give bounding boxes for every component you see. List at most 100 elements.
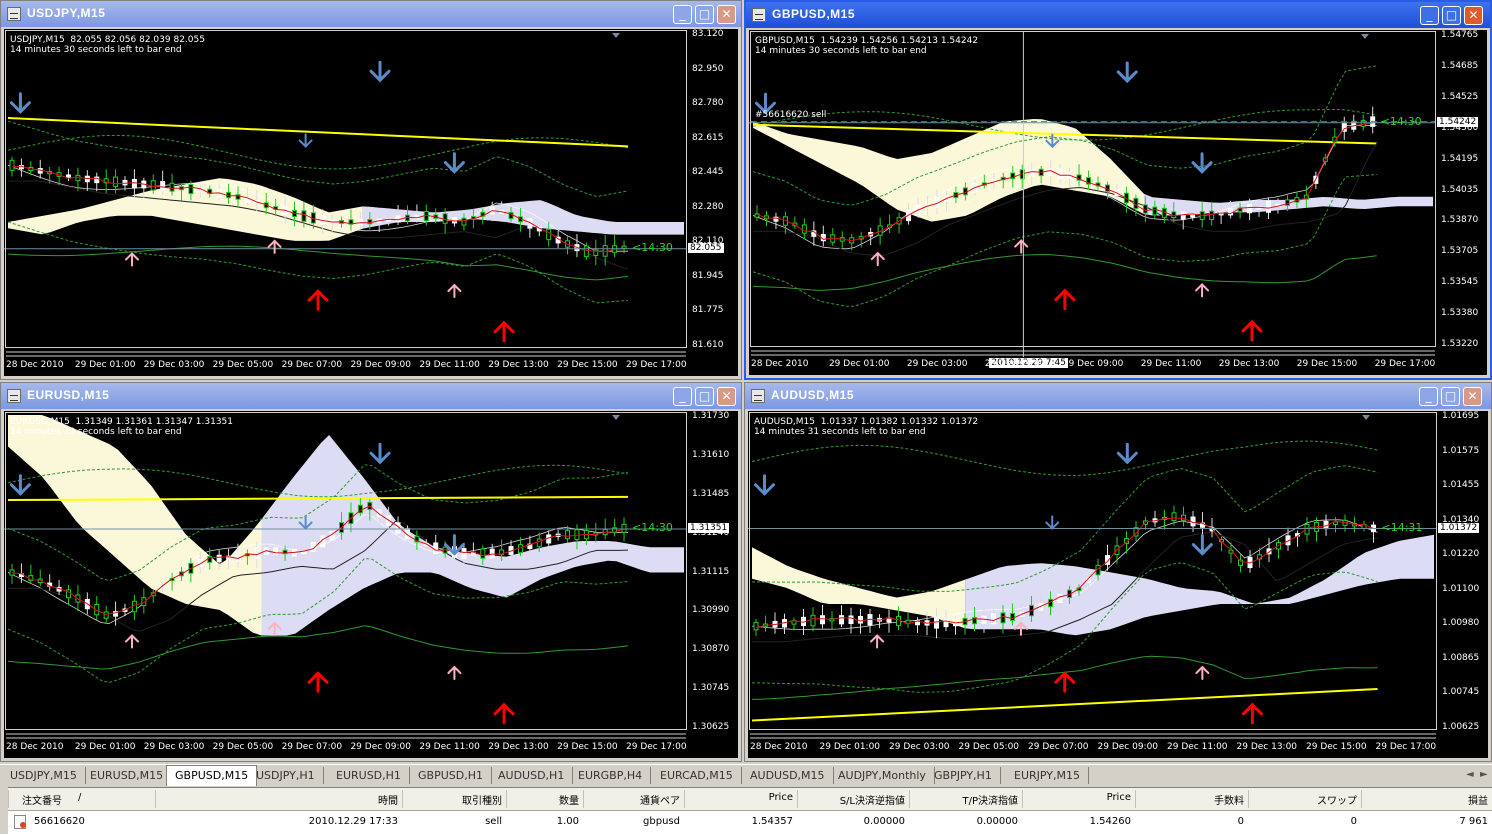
maximize-button[interactable]: □	[1442, 6, 1461, 25]
chart-tab[interactable]: AUDUSD,H1	[490, 767, 574, 784]
candle-body	[461, 217, 467, 226]
time-axis-label: 29 Dec 11:00	[419, 742, 480, 752]
order-row[interactable]: 56616620 2010.12.29 17:33 sell 1.00 gbpusd 1.…	[0, 812, 1492, 832]
minimize-button[interactable]: _	[1419, 387, 1438, 406]
chart-window-gbpusd[interactable]: GBPUSD,M15 _ □ ✕ 2010.12.29 7:45 #5661662…	[744, 0, 1492, 380]
price-chart-svg[interactable]	[749, 30, 1487, 375]
sell-signal-arrow	[9, 92, 31, 114]
chart-tab[interactable]: USDJPY,H1	[248, 767, 324, 784]
sell-signal-arrow	[1191, 152, 1213, 174]
orders-column-header[interactable]: スワップ	[1317, 792, 1357, 807]
chart-shift-marker[interactable]	[1362, 415, 1370, 420]
symbol-info-text: USDJPY,M15 82.055 82.056 82.039 82.055 14…	[10, 35, 205, 55]
orders-column-header[interactable]: Price	[769, 792, 793, 803]
chart-canvas[interactable]: EURUSD,M15 1.31349 1.31361 1.31347 1.313…	[4, 411, 738, 758]
tab-scroll-left-icon[interactable]: ◄	[1466, 769, 1474, 780]
maximize-button[interactable]: □	[695, 387, 714, 406]
window-titlebar[interactable]: AUDUSD,M15 _ □ ✕	[745, 383, 1491, 409]
close-button[interactable]: ✕	[1463, 387, 1482, 406]
chart-canvas[interactable]: USDJPY,M15 82.055 82.056 82.039 82.055 14…	[4, 29, 738, 376]
candle-body	[357, 218, 363, 226]
chart-tab[interactable]: AUDJPY,Monthly	[830, 767, 935, 784]
current-price-box: 1.31351	[688, 523, 730, 534]
column-separator[interactable]	[1135, 790, 1136, 808]
orders-column-header[interactable]: 時間	[378, 792, 398, 807]
price-scale-label: 1.54195	[1441, 153, 1479, 164]
time-axis-label: 29 Dec 13:00	[488, 742, 549, 752]
chart-tab[interactable]: AUDUSD,M15	[742, 767, 834, 784]
chart-tab[interactable]: EURGBP,H4	[570, 767, 652, 784]
orders-column-header[interactable]: 数量	[559, 792, 579, 807]
price-scale-label: 1.30625	[692, 722, 730, 732]
symbol-ohlc-line: GBPUSD,M15 1.54239 1.54256 1.54213 1.542…	[755, 36, 979, 46]
maximize-button[interactable]: □	[1441, 387, 1460, 406]
column-separator[interactable]	[402, 790, 403, 808]
order-cell: 2010.12.29 17:33	[308, 816, 398, 827]
candle-body	[991, 613, 997, 625]
buy-signal-arrow	[1014, 239, 1029, 254]
tab-scroll-right-icon[interactable]: ►	[1480, 769, 1488, 780]
column-separator[interactable]	[8, 790, 9, 808]
column-separator[interactable]	[797, 790, 798, 808]
candle-body	[565, 530, 571, 540]
close-button[interactable]: ✕	[717, 387, 736, 406]
close-button[interactable]: ✕	[717, 5, 736, 24]
price-scale-label: 82.950	[692, 63, 724, 74]
window-titlebar[interactable]: GBPUSD,M15 _ □ ✕	[746, 2, 1490, 28]
orders-column-header[interactable]: T/P決済指値	[962, 792, 1018, 807]
price-chart-svg[interactable]	[4, 411, 738, 758]
chart-shift-marker[interactable]	[1361, 34, 1369, 39]
column-separator[interactable]	[155, 790, 156, 808]
chart-shift-marker[interactable]	[612, 33, 620, 38]
chart-tab[interactable]: EURUSD,H1	[328, 767, 410, 784]
chart-window-eurusd[interactable]: EURUSD,M15 _ □ ✕ EURUSD,M15 1.31349 1.31…	[0, 382, 742, 762]
column-separator[interactable]	[684, 790, 685, 808]
minimize-button[interactable]: _	[1420, 6, 1439, 25]
column-separator[interactable]	[909, 790, 910, 808]
time-axis-label: 29 Dec 03:00	[143, 742, 205, 752]
orders-column-header[interactable]: 通貨ペア	[640, 792, 680, 807]
chart-window-usdjpy[interactable]: USDJPY,M15 _ □ ✕ USDJPY,M15 82.055 82.05…	[0, 0, 742, 380]
window-titlebar[interactable]: EURUSD,M15 _ □ ✕	[1, 383, 741, 409]
chart-tab[interactable]: EURUSD,M15	[82, 767, 173, 784]
close-button[interactable]: ✕	[1464, 6, 1483, 25]
minimize-button[interactable]: _	[673, 387, 692, 406]
chart-tab[interactable]: GBPUSD,H1	[410, 767, 492, 784]
terminal-gutter	[0, 787, 8, 834]
orders-column-header[interactable]: 注文番号	[22, 792, 62, 807]
price-chart-svg[interactable]	[748, 411, 1488, 758]
column-separator[interactable]	[1361, 790, 1362, 808]
candle-body	[810, 614, 816, 627]
chart-tab[interactable]: EURJPY,M15	[1006, 767, 1089, 784]
orders-column-header[interactable]: 手数料	[1214, 792, 1244, 807]
orders-column-header[interactable]: 損益	[1468, 792, 1488, 807]
sell-signal-arrow	[298, 133, 313, 148]
candle-body	[103, 611, 109, 619]
orders-column-header[interactable]: Price	[1107, 792, 1131, 803]
chart-tab[interactable]: USDJPY,M15	[2, 767, 86, 784]
chart-tab[interactable]: EURCAD,M15	[652, 767, 742, 784]
maximize-button[interactable]: □	[695, 5, 714, 24]
candle-body	[546, 228, 552, 241]
chart-tab[interactable]: GBPUSD,M15	[166, 765, 258, 786]
price-scale-label: 1.00745	[1442, 687, 1480, 698]
column-separator[interactable]	[583, 790, 584, 808]
minimize-button[interactable]: _	[673, 5, 692, 24]
chart-canvas[interactable]: AUDUSD,M15 1.01337 1.01382 1.01332 1.013…	[748, 411, 1488, 758]
orders-column-header[interactable]: S/L決済逆指値	[840, 792, 905, 807]
chart-tab[interactable]: GBPJPY,H1	[926, 767, 1001, 784]
chart-shift-marker[interactable]	[612, 415, 620, 420]
price-scale-label: 1.00980	[1442, 618, 1480, 629]
chart-canvas[interactable]: 2010.12.29 7:45 #56616620 sell GBPUSD,M15 …	[749, 30, 1487, 375]
column-separator[interactable]	[1248, 790, 1249, 808]
candle-body	[583, 245, 589, 258]
chart-window-audusd[interactable]: AUDUSD,M15 _ □ ✕ AUDUSD,M15 1.01337 1.01…	[744, 382, 1492, 762]
orders-column-header[interactable]: 取引種別	[462, 792, 502, 807]
chart-tabs-bar: ◄ ► USDJPY,M15 EURUSD,M15 GBPUSD,M15 USDJPY…	[0, 764, 1492, 787]
sell-signal-arrow	[1116, 442, 1138, 465]
window-titlebar[interactable]: USDJPY,M15 _ □ ✕	[1, 1, 741, 27]
price-chart-svg[interactable]	[4, 29, 738, 376]
order-cell: sell	[485, 816, 502, 827]
column-separator[interactable]	[1022, 790, 1023, 808]
column-separator[interactable]	[506, 790, 507, 808]
